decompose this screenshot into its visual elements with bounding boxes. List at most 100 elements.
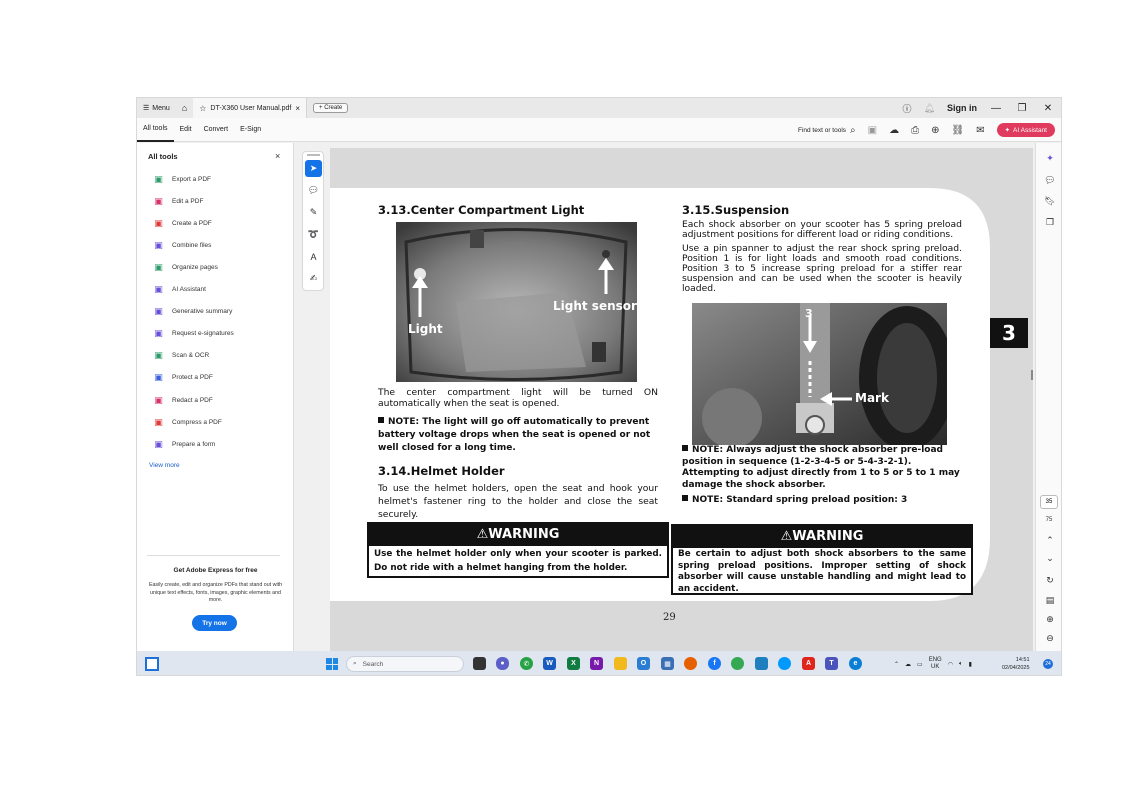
chevron-up-icon[interactable]: ⌃ [1043, 533, 1057, 547]
start-button[interactable] [326, 658, 338, 670]
close-tab-icon[interactable]: × [295, 104, 300, 113]
ai-summary-icon[interactable]: ✦ [1043, 151, 1057, 165]
notification-badge[interactable]: 24 [1043, 659, 1053, 669]
onenote-icon[interactable]: N [590, 657, 603, 670]
battery-icon[interactable]: ▭ [917, 661, 923, 668]
find-tools-search[interactable]: Find text or tools ⌕ [798, 125, 856, 136]
ai-assistant-button[interactable]: ✦ AI Assistant [996, 123, 1055, 137]
widgets-icon[interactable] [145, 657, 159, 671]
add-text-icon[interactable]: A [305, 248, 322, 265]
tool-item-protect-pdf[interactable]: ▣ Protect a PDF [153, 371, 213, 385]
calculator-icon[interactable]: ▦ [661, 657, 674, 670]
tab-esign[interactable]: E-Sign [234, 118, 267, 142]
tool-item-compress-pdf[interactable]: ▣ Compress a PDF [153, 415, 222, 429]
comments-icon[interactable]: 💬︎ [1043, 173, 1057, 187]
request-esignatures-icon: ▣ [154, 328, 163, 339]
file-explorer-icon[interactable] [614, 657, 627, 670]
power-icon[interactable]: ▮ [969, 661, 972, 668]
wifi-icon[interactable]: ◠ [948, 661, 953, 668]
pages-icon[interactable]: ❐ [1043, 215, 1057, 229]
helmet-warning-text: Use the helmet holder only when your sco… [374, 549, 662, 573]
language-indicator[interactable]: ENG UK [929, 657, 942, 671]
add-comment-icon[interactable]: 💬︎ [305, 182, 322, 199]
draw-freehand-icon[interactable]: ➰ [305, 226, 322, 243]
upload-icon[interactable]: ☁ [889, 125, 899, 136]
cloud-icon[interactable]: ☁ [905, 661, 911, 668]
minimize-icon[interactable]: — [989, 103, 1003, 114]
tool-item-label: Request e-signatures [172, 330, 234, 338]
suspension-warning-header: ⚠WARNING [673, 526, 971, 548]
zoom-out-icon[interactable]: ⊖ [1043, 631, 1057, 645]
current-page-input[interactable]: 35 [1040, 495, 1058, 509]
link-icon[interactable]: ⛓ [951, 125, 964, 136]
word-icon[interactable]: W [543, 657, 556, 670]
title-bar: ☰ Menu ⌂ ☆ DT-X360 User Manual.pdf × + C… [137, 98, 1061, 118]
tool-item-export-pdf[interactable]: ▣ Export a PDF [153, 172, 211, 186]
close-window-icon[interactable]: ✕ [1041, 103, 1055, 114]
view-more-link[interactable]: View more [149, 462, 180, 469]
firefox-icon[interactable] [684, 657, 697, 670]
menu-bar-right: Find text or tools ⌕ ▣ ☁ ⎙ ⊕ ⛓ ✉ ✦ AI As… [798, 118, 1055, 142]
highlight-pen-icon[interactable]: ✎ [305, 204, 322, 221]
rotate-icon[interactable]: ↻ [1043, 573, 1057, 587]
tool-item-prepare-form[interactable]: ▣ Prepare a form [153, 437, 215, 451]
tool-item-generative-summary[interactable]: ▣ Generative summary [153, 305, 232, 319]
tool-item-request-esignatures[interactable]: ▣ Request e-signatures [153, 327, 234, 341]
promo-title: Get Adobe Express for free [173, 567, 258, 574]
sign-in-button[interactable]: Sign in [947, 103, 977, 113]
excel-icon[interactable]: X [567, 657, 580, 670]
bullet-square [378, 417, 384, 423]
home-button[interactable]: ⌂ [176, 103, 193, 113]
chevron-up-icon[interactable]: ⌃ [894, 661, 899, 668]
menu-button[interactable]: ☰ Menu [137, 104, 176, 113]
volume-icon[interactable]: 🔈︎ [959, 661, 963, 668]
task-view-icon[interactable] [473, 657, 486, 670]
zoom-in-icon[interactable]: ⊕ [1043, 612, 1057, 626]
outlook-icon[interactable]: O [637, 657, 650, 670]
notifications-icon[interactable]: 🔔︎ [924, 103, 935, 114]
tab-convert[interactable]: Convert [198, 118, 235, 142]
tab-edit[interactable]: Edit [174, 118, 198, 142]
tool-item-organize-pages[interactable]: ▣ Organize pages [153, 260, 218, 274]
sign-icon[interactable]: ✍ [305, 270, 322, 287]
suspension-note-2: NOTE: Standard spring preload position: … [682, 494, 962, 507]
print-icon[interactable]: ⎙ [911, 125, 919, 136]
tab-all-tools[interactable]: All tools [137, 118, 174, 142]
edge-icon[interactable]: e [849, 657, 862, 670]
tool-item-edit-pdf[interactable]: ▣ Edit a PDF [153, 194, 203, 208]
page-fit-icon[interactable]: ▤ [1043, 593, 1057, 607]
tool-item-create-pdf[interactable]: ▣ Create a PDF [153, 216, 212, 230]
select-cursor-icon[interactable]: ➤ [305, 160, 322, 177]
taskbar-search[interactable]: ⌕ Search [346, 656, 464, 672]
chrome-icon[interactable] [731, 657, 744, 670]
photos-icon[interactable] [755, 657, 768, 670]
try-now-button[interactable]: Try now [192, 615, 237, 631]
toolbar-grip[interactable] [307, 154, 320, 156]
acrobat-icon[interactable]: A [802, 657, 815, 670]
tool-item-combine-files[interactable]: ▣ Combine files [153, 238, 211, 252]
close-panel-icon[interactable]: × [275, 151, 280, 161]
restore-icon[interactable]: ❐ [1015, 103, 1029, 114]
document-tab[interactable]: ☆ DT-X360 User Manual.pdf × [193, 98, 308, 118]
messenger-icon[interactable] [778, 657, 791, 670]
help-icon[interactable]: ⓘ [903, 102, 912, 115]
facebook-icon[interactable]: f [708, 657, 721, 670]
share-user-icon[interactable]: ⊕ [931, 125, 939, 136]
chat-icon[interactable]: ● [496, 657, 509, 670]
divider [147, 555, 280, 556]
email-icon[interactable]: ✉ [976, 125, 984, 136]
tool-item-scan-ocr[interactable]: ▣ Scan & OCR [153, 349, 209, 363]
teams-icon[interactable]: T [825, 657, 838, 670]
tool-item-ai-assistant[interactable]: ▣ AI Assistant [153, 283, 206, 297]
whatsapp-icon[interactable]: ✆ [520, 657, 533, 670]
chevron-down-icon[interactable]: ⌄ [1043, 551, 1057, 565]
scrollbar-thumb[interactable] [1031, 370, 1033, 380]
clock[interactable]: 14:51 02/04/2025 [1002, 656, 1030, 672]
tool-item-redact-pdf[interactable]: ▣ Redact a PDF [153, 393, 213, 407]
bookmark-icon[interactable]: 🔖︎ [1043, 194, 1057, 208]
helmet-warning-title: WARNING [488, 527, 560, 542]
star-icon[interactable]: ☆ [199, 104, 206, 113]
create-button[interactable]: + Create [313, 103, 349, 113]
document-viewport[interactable]: 3 3.13.Center Compartment Light Light Li… [330, 148, 1033, 651]
save-icon[interactable]: ▣ [868, 125, 877, 136]
